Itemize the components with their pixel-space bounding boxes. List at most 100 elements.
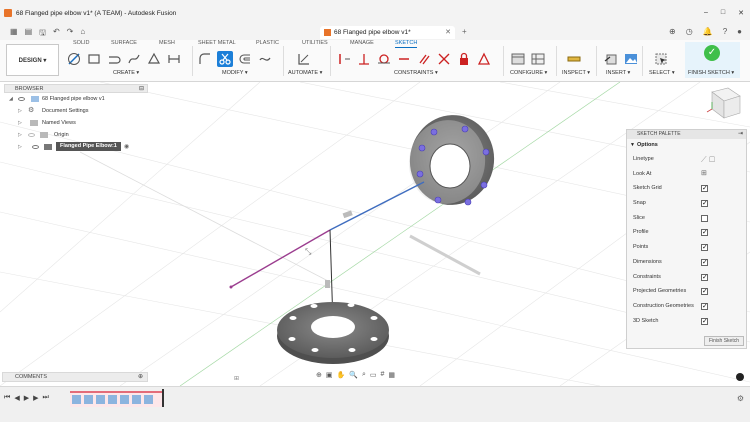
grid-settings-icon[interactable]: # <box>380 371 384 379</box>
fix-lock-icon[interactable] <box>456 51 472 67</box>
user-avatar[interactable]: ● <box>737 27 742 36</box>
spline-tool-icon[interactable] <box>126 51 142 67</box>
tab-mesh[interactable]: MESH <box>159 40 175 48</box>
insert-derive-icon[interactable] <box>603 51 619 67</box>
tab-plastic[interactable]: PLASTIC <box>256 40 279 48</box>
display-settings-icon[interactable]: ▭ <box>370 371 377 379</box>
select-group-label[interactable]: SELECT ▾ <box>649 70 675 76</box>
select-icon[interactable] <box>653 51 669 67</box>
extensions-icon[interactable]: ⊕ <box>669 27 676 36</box>
slice-checkbox[interactable] <box>701 214 708 222</box>
browser-item-root[interactable]: ◢ 68 Flanged pipe elbow v1 <box>4 93 148 105</box>
configure-group-label[interactable]: CONFIGURE ▾ <box>510 70 547 76</box>
go-to-start-icon[interactable]: ⏮ <box>4 394 10 402</box>
automate-icon[interactable] <box>296 51 312 67</box>
timeline-marker[interactable] <box>162 389 164 407</box>
constraints-group-label[interactable]: CONSTRAINTS ▾ <box>394 70 438 76</box>
profile-checkbox[interactable] <box>701 226 708 241</box>
look-at-icon[interactable]: ⊞ <box>701 167 707 182</box>
trim-tool-icon[interactable] <box>217 51 233 67</box>
go-to-end-icon[interactable]: ⏭ <box>42 394 48 402</box>
browser-item-document-settings[interactable]: ▷ ⚙ Document Settings <box>4 105 148 117</box>
line-tool-icon[interactable] <box>66 51 82 67</box>
redo-icon[interactable]: ↷ <box>67 27 74 41</box>
modify-group-label[interactable]: MODIFY ▾ <box>222 70 248 76</box>
construction-geometries-checkbox[interactable] <box>701 300 708 315</box>
create-group-label[interactable]: CREATE ▾ <box>113 70 139 76</box>
equal-icon[interactable] <box>436 51 452 67</box>
finish-sketch-button[interactable]: Finish Sketch <box>704 336 744 346</box>
construction-linetype-icon[interactable]: ⟋ ▢ <box>701 153 715 168</box>
help-icon[interactable]: ? <box>723 27 727 36</box>
viewports-icon[interactable]: ▦ <box>388 371 395 379</box>
inspect-group-label[interactable]: INSPECT ▾ <box>562 70 590 76</box>
undo-icon[interactable]: ↶ <box>53 27 60 41</box>
3d-sketch-checkbox[interactable] <box>701 315 708 329</box>
tab-surface[interactable]: SURFACE <box>111 40 137 48</box>
parallel-icon[interactable] <box>416 51 432 67</box>
tab-utilities[interactable]: UTILITIES <box>302 40 328 48</box>
timeline-feature-icon[interactable] <box>72 395 81 404</box>
dimensions-checkbox[interactable] <box>701 256 708 271</box>
tab-sketch[interactable]: SKETCH <box>395 40 418 48</box>
extend-tool-icon[interactable] <box>257 51 273 67</box>
notifications-icon[interactable]: 🔔 <box>703 27 713 36</box>
home-icon[interactable]: ⌂ <box>80 27 85 41</box>
browser-header[interactable]: BROWSER ⊟ <box>4 84 148 93</box>
document-tab[interactable]: 68 Flanged pipe elbow v1* ✕ <box>320 26 455 39</box>
job-status-icon[interactable]: ◷ <box>686 27 693 36</box>
close-button[interactable]: ✕ <box>738 9 744 17</box>
step-back-icon[interactable]: ◀ <box>14 394 19 402</box>
step-forward-icon[interactable]: ▶ <box>33 394 38 402</box>
configure-icon[interactable] <box>510 51 526 67</box>
perpendicular-icon[interactable] <box>356 51 372 67</box>
constraints-checkbox[interactable] <box>701 271 708 285</box>
insert-image-icon[interactable] <box>623 51 639 67</box>
save-icon[interactable]: 🖫 <box>39 27 46 41</box>
rectangle-tool-icon[interactable] <box>86 51 102 67</box>
measure-icon[interactable] <box>566 51 582 67</box>
browser-item-named-views[interactable]: ▷ Named Views <box>4 117 148 129</box>
pan-icon[interactable]: ✋ <box>337 371 346 379</box>
fillet-tool-icon[interactable] <box>197 51 213 67</box>
palette-header[interactable]: SKETCH PALETTE ⇥ <box>627 130 746 139</box>
look-at-nav-icon[interactable]: ▣ <box>326 371 333 379</box>
browser-collapse-icon[interactable]: ⊟ <box>139 85 144 93</box>
timeline-feature-icon[interactable] <box>132 395 141 404</box>
automate-group-label[interactable]: AUTOMATE ▾ <box>288 70 322 76</box>
insert-group-label[interactable]: INSERT ▾ <box>606 70 630 76</box>
close-tab-icon[interactable]: ✕ <box>445 28 451 36</box>
tab-sheet-metal[interactable]: SHEET METAL <box>198 40 236 48</box>
timeline-feature-icon[interactable] <box>96 395 105 404</box>
expand-arrow-icon[interactable]: ▷ <box>18 129 22 141</box>
data-panel-icon[interactable]: ▦ <box>10 27 18 41</box>
view-cube[interactable] <box>706 87 741 119</box>
expand-arrow-icon[interactable]: ◢ <box>9 93 13 105</box>
visibility-eye-icon[interactable] <box>32 145 39 149</box>
file-menu-icon[interactable]: ▤ <box>25 27 33 41</box>
new-tab-icon[interactable]: + <box>462 27 467 36</box>
upper-flange[interactable] <box>402 108 501 211</box>
expand-arrow-icon[interactable]: ▷ <box>18 141 22 153</box>
finish-sketch-group[interactable]: ✓ FINISH SKETCH ▾ <box>685 42 740 78</box>
table-icon[interactable] <box>530 51 546 67</box>
tangent-icon[interactable] <box>376 51 392 67</box>
timeline-features[interactable] <box>70 391 162 407</box>
expand-arrow-icon[interactable]: ▷ <box>18 117 22 129</box>
activate-radio-icon[interactable]: ◉ <box>124 141 129 153</box>
timeline-settings-icon[interactable]: ⚙ <box>737 394 744 403</box>
tab-manage[interactable]: MANAGE <box>350 40 374 48</box>
visibility-eye-icon[interactable] <box>18 97 25 101</box>
slot-tool-icon[interactable] <box>106 51 122 67</box>
coincident-icon[interactable] <box>336 51 352 67</box>
workspace-switcher[interactable]: DESIGN ▾ <box>6 44 59 76</box>
timeline-feature-icon[interactable] <box>120 395 129 404</box>
expand-arrow-icon[interactable]: ▷ <box>18 105 22 117</box>
timeline-feature-icon[interactable] <box>108 395 117 404</box>
minimize-button[interactable]: – <box>704 9 708 17</box>
dimension-tool-icon[interactable] <box>166 51 182 67</box>
offset-tool-icon[interactable] <box>237 51 253 67</box>
points-checkbox[interactable] <box>701 241 708 256</box>
orbit-icon[interactable]: ⊕ <box>316 371 322 379</box>
maximize-button[interactable]: □ <box>721 9 725 17</box>
